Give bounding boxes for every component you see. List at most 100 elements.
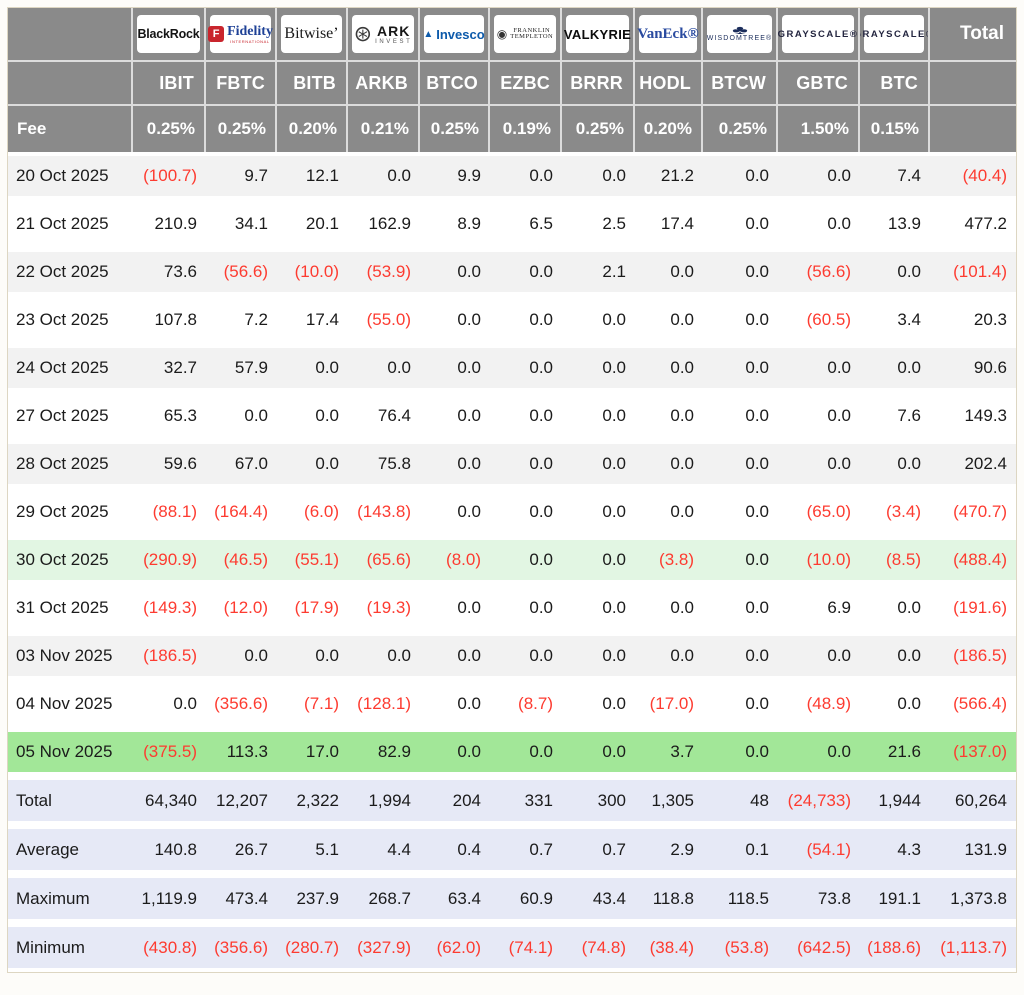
value-cell: 17.4 [277,296,348,344]
row-total-cell: (40.4) [930,152,1016,200]
value-cell: 0.0 [277,392,348,440]
value-cell: 0.0 [703,344,778,392]
invesco-icon: ▲ [423,29,433,40]
summary-value-cell: 140.8 [133,825,206,874]
value-cell: 0.0 [703,392,778,440]
summary-value-cell: 1,119.9 [133,874,206,923]
value-cell: 0.0 [703,632,778,680]
summary-value-cell: 73.8 [778,874,860,923]
table-row: 27 Oct 202565.30.00.076.40.00.00.00.00.0… [8,392,1016,440]
date-cell: 24 Oct 2025 [8,344,133,392]
valkyrie-logo: VALKYRIE [566,15,629,53]
value-cell: 0.0 [562,584,635,632]
value-cell: (60.5) [778,296,860,344]
summary-value-cell: 300 [562,776,635,825]
value-cell: (56.6) [206,248,277,296]
value-cell: 0.0 [778,392,860,440]
summary-value-cell: 118.8 [635,874,703,923]
summary-value-cell: (642.5) [778,923,860,972]
summary-value-cell: 0.7 [490,825,562,874]
table-row: 03 Nov 2025(186.5)0.00.00.00.00.00.00.00… [8,632,1016,680]
summary-value-cell: (356.6) [206,923,277,972]
table-row: 24 Oct 202532.757.90.00.00.00.00.00.00.0… [8,344,1016,392]
value-cell: 0.0 [277,344,348,392]
vaneck-logo-cell: VanEck® [635,8,703,62]
ticker-brrr: BRRR [562,62,635,106]
valkyrie-logo-cell: VALKYRIE [562,8,635,62]
ticker-fbtc: FBTC [206,62,277,106]
value-cell: (65.0) [778,488,860,536]
row-total-cell: 149.3 [930,392,1016,440]
summary-value-cell: 43.4 [562,874,635,923]
summary-value-cell: 26.7 [206,825,277,874]
value-cell: 82.9 [348,728,420,776]
date-cell: 28 Oct 2025 [8,440,133,488]
fee-brrr: 0.25% [562,106,635,152]
value-cell: 0.0 [490,344,562,392]
value-cell: 0.0 [703,152,778,200]
row-total-cell: (566.4) [930,680,1016,728]
value-cell: 0.0 [490,488,562,536]
value-cell: (8.5) [860,536,930,584]
blackrock-logo: BlackRock [137,15,200,53]
date-cell: 29 Oct 2025 [8,488,133,536]
fee-total-spacer [930,106,1016,152]
value-cell: 107.8 [133,296,206,344]
franklin-icon: ◉ [497,27,507,41]
summary-total-cell: 1,373.8 [930,874,1016,923]
value-cell: (164.4) [206,488,277,536]
row-total-cell: (488.4) [930,536,1016,584]
value-cell: 0.0 [778,200,860,248]
summary-value-cell: (430.8) [133,923,206,972]
value-cell: 0.0 [703,584,778,632]
fidelity-logo-subtext: INTERNATIONAL [230,40,270,44]
value-cell: (7.1) [277,680,348,728]
value-cell: (56.6) [778,248,860,296]
value-cell: 12.1 [277,152,348,200]
date-cell: 22 Oct 2025 [8,248,133,296]
bitwise-logo: Bitwise’ [281,15,342,53]
table-row: 21 Oct 2025210.934.120.1162.98.96.52.517… [8,200,1016,248]
ticker-gbtc: GBTC [778,62,860,106]
value-cell: 0.0 [860,344,930,392]
value-cell: 0.0 [490,296,562,344]
ark-icon: ⊛ [354,23,372,45]
ticker-btco: BTCO [420,62,490,106]
value-cell: (46.5) [206,536,277,584]
ticker-btcw: BTCW [703,62,778,106]
value-cell: 0.0 [635,488,703,536]
value-cell: (128.1) [348,680,420,728]
value-cell: 0.0 [206,632,277,680]
table-row: 05 Nov 2025(375.5)113.317.082.90.00.00.0… [8,728,1016,776]
ticker-arkb: ARKB [348,62,420,106]
franklin-logo-subtext: TEMPLETON [510,34,553,41]
value-cell: 32.7 [133,344,206,392]
value-cell: 34.1 [206,200,277,248]
fee-btc: 0.15% [860,106,930,152]
value-cell: 0.0 [778,440,860,488]
value-cell: 0.0 [420,392,490,440]
value-cell: 0.0 [490,392,562,440]
ticker-ibit: IBIT [133,62,206,106]
grayscale-gbtc-logo-cell: GRAYSCALE® [778,8,860,62]
value-cell: 13.9 [860,200,930,248]
summary-value-cell: 268.7 [348,874,420,923]
summary-row: Total64,34012,2072,3221,9942043313001,30… [8,776,1016,825]
row-total-cell: (101.4) [930,248,1016,296]
value-cell: 0.0 [420,440,490,488]
vaneck-logo-text: VanEck® [637,26,699,43]
value-cell: 0.0 [490,536,562,584]
value-cell: 0.0 [860,632,930,680]
fee-ibit: 0.25% [133,106,206,152]
ark-logo-cell: ⊛ARKINVEST [348,8,420,62]
summary-label: Maximum [8,874,133,923]
row-total-cell: 477.2 [930,200,1016,248]
summary-value-cell: 0.1 [703,825,778,874]
date-cell: 30 Oct 2025 [8,536,133,584]
value-cell: 9.9 [420,152,490,200]
table-row: 28 Oct 202559.667.00.075.80.00.00.00.00.… [8,440,1016,488]
value-cell: 7.2 [206,296,277,344]
fee-row: Fee0.25%0.25%0.20%0.21%0.25%0.19%0.25%0.… [8,106,1016,152]
value-cell: (55.0) [348,296,420,344]
value-cell: 0.0 [778,344,860,392]
